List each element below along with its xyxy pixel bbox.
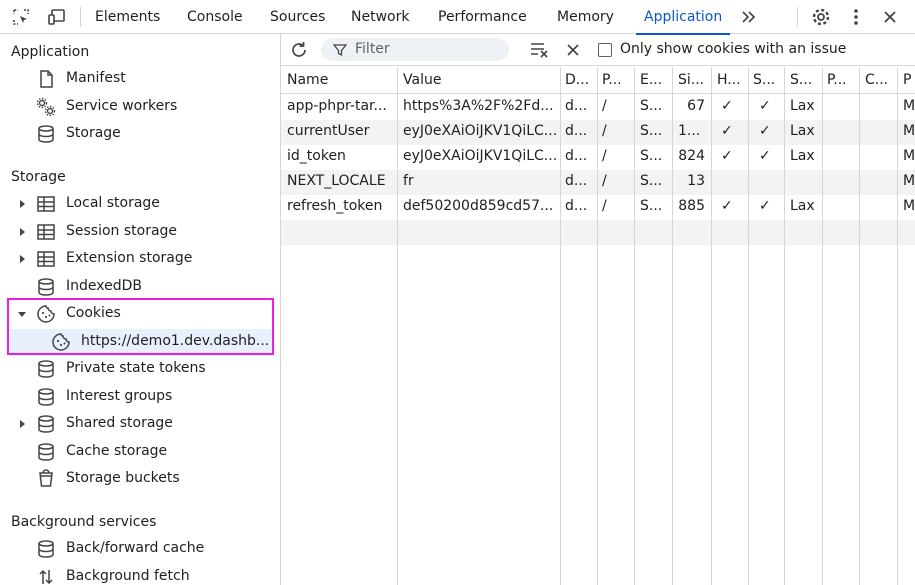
column-divider[interactable] (634, 67, 635, 585)
table-row-empty (281, 220, 915, 245)
sidebar-item-back-forward-cache[interactable]: Back/forward cache (0, 536, 280, 563)
sidebar-item-manifest[interactable]: Manifest (0, 66, 280, 93)
expand-arrow-icon[interactable] (17, 419, 27, 429)
tab-network[interactable]: Network (351, 0, 409, 34)
more-tabs-chevron-icon[interactable] (738, 6, 760, 28)
section-heading-background-services: Background services (11, 514, 157, 530)
filter-placeholder: Filter (355, 41, 390, 57)
gears-icon (36, 97, 56, 117)
only-issues-checkbox[interactable] (598, 43, 612, 57)
database-icon (38, 388, 54, 406)
table-header: Name Value D... P... E... Si... H... S..… (281, 67, 915, 94)
sidebar-item-interest-groups[interactable]: Interest groups (0, 384, 280, 411)
column-header-secure[interactable]: S... (753, 72, 783, 88)
column-header-size[interactable]: Si... (678, 72, 712, 88)
database-icon (38, 125, 54, 143)
tab-memory[interactable]: Memory (557, 0, 614, 34)
column-divider[interactable] (672, 67, 673, 585)
column-header-cross-site[interactable]: C... (865, 72, 895, 88)
tab-elements[interactable]: Elements (95, 0, 160, 34)
expand-arrow-icon[interactable] (17, 199, 27, 209)
column-header-samesite[interactable]: S... (790, 72, 820, 88)
tab-performance[interactable]: Performance (438, 0, 527, 34)
only-issues-label: Only show cookies with an issue (620, 41, 847, 57)
updown-arrows-icon (39, 569, 53, 585)
column-divider[interactable] (822, 67, 823, 585)
filter-input[interactable]: Filter (321, 38, 509, 61)
settings-gear-icon[interactable] (810, 6, 832, 28)
filter-funnel-icon (333, 44, 347, 57)
database-icon (38, 415, 54, 433)
collapse-arrow-icon[interactable] (17, 309, 27, 319)
column-divider[interactable] (748, 67, 749, 585)
refresh-icon[interactable] (289, 40, 309, 60)
column-header-partition-key[interactable]: P... (827, 72, 857, 88)
sidebar-item-extension-storage[interactable]: Extension storage (0, 246, 280, 273)
database-icon (38, 360, 54, 378)
cookie-toolbar: Filter Only show cookies with an issue (281, 34, 915, 66)
column-header-expires[interactable]: E... (640, 72, 672, 88)
expand-arrow-icon[interactable] (17, 227, 27, 237)
more-options-icon[interactable] (845, 6, 867, 28)
sidebar-item-cache-storage[interactable]: Cache storage (0, 439, 280, 466)
sidebar-item-cookie-origin[interactable]: https://demo1.dev.dashb... (10, 329, 272, 356)
table-icon (37, 224, 55, 240)
database-icon (38, 443, 54, 461)
sidebar-item-cookies[interactable]: Cookies (0, 301, 280, 328)
sidebar-item-background-fetch[interactable]: Background fetch (0, 564, 280, 585)
tab-console[interactable]: Console (187, 0, 243, 34)
column-header-value[interactable]: Value (403, 72, 558, 88)
sidebar-item-shared-storage[interactable]: Shared storage (0, 411, 280, 438)
column-divider[interactable] (560, 67, 561, 585)
table-row[interactable]: id_token eyJ0eXAiOiJKV1QiLC... d... / S.… (281, 145, 915, 170)
expand-arrow-icon[interactable] (17, 254, 27, 264)
table-row[interactable]: currentUser eyJ0eXAiOiJKV1QiLC... d... /… (281, 120, 915, 145)
clear-filtered-icon[interactable] (529, 40, 551, 60)
table-row[interactable]: NEXT_LOCALE fr d... / S... 13 M (281, 170, 915, 195)
table-row[interactable]: refresh_token def50200d859cd57... d... /… (281, 195, 915, 220)
column-header-httponly[interactable]: H... (717, 72, 747, 88)
column-header-name[interactable]: Name (287, 72, 391, 88)
section-heading-application: Application (11, 44, 90, 60)
column-divider[interactable] (897, 67, 898, 585)
column-header-domain[interactable]: D... (565, 72, 597, 88)
database-icon (38, 278, 54, 296)
column-header-priority[interactable]: P (903, 72, 915, 88)
table-icon (37, 251, 55, 267)
delete-selected-icon[interactable] (565, 42, 581, 58)
sidebar-item-local-storage[interactable]: Local storage (0, 191, 280, 218)
database-icon (38, 540, 54, 558)
tab-sources[interactable]: Sources (270, 0, 325, 34)
table-icon (37, 196, 55, 212)
cookie-icon (52, 333, 70, 351)
sidebar-item-storage-buckets[interactable]: Storage buckets (0, 466, 280, 493)
inspect-element-icon[interactable] (10, 6, 32, 28)
bucket-icon (39, 469, 53, 487)
device-toolbar-icon[interactable] (46, 6, 68, 28)
document-icon (40, 70, 53, 88)
tab-application[interactable]: Application (635, 0, 731, 35)
cookie-table: Name Value D... P... E... Si... H... S..… (281, 67, 915, 585)
devtools-tab-bar: Elements Console Sources Network Perform… (0, 0, 915, 35)
column-divider[interactable] (711, 67, 712, 585)
table-row[interactable]: app-phpr-tar... https%3A%2F%2Fd... d... … (281, 95, 915, 120)
cookie-icon (37, 305, 55, 323)
column-divider[interactable] (597, 67, 598, 585)
sidebar-item-private-state-tokens[interactable]: Private state tokens (0, 356, 280, 383)
column-divider[interactable] (859, 67, 860, 585)
section-heading-storage: Storage (11, 169, 66, 185)
close-devtools-icon[interactable] (879, 6, 901, 28)
column-divider[interactable] (784, 67, 785, 585)
sidebar-item-storage[interactable]: Storage (0, 121, 280, 148)
application-sidebar: Application Manifest Service workers Sto… (0, 34, 281, 585)
sidebar-item-session-storage[interactable]: Session storage (0, 219, 280, 246)
sidebar-item-service-workers[interactable]: Service workers (0, 94, 280, 121)
column-divider[interactable] (397, 67, 398, 585)
sidebar-item-indexeddb[interactable]: IndexedDB (0, 274, 280, 301)
column-header-path[interactable]: P... (602, 72, 634, 88)
